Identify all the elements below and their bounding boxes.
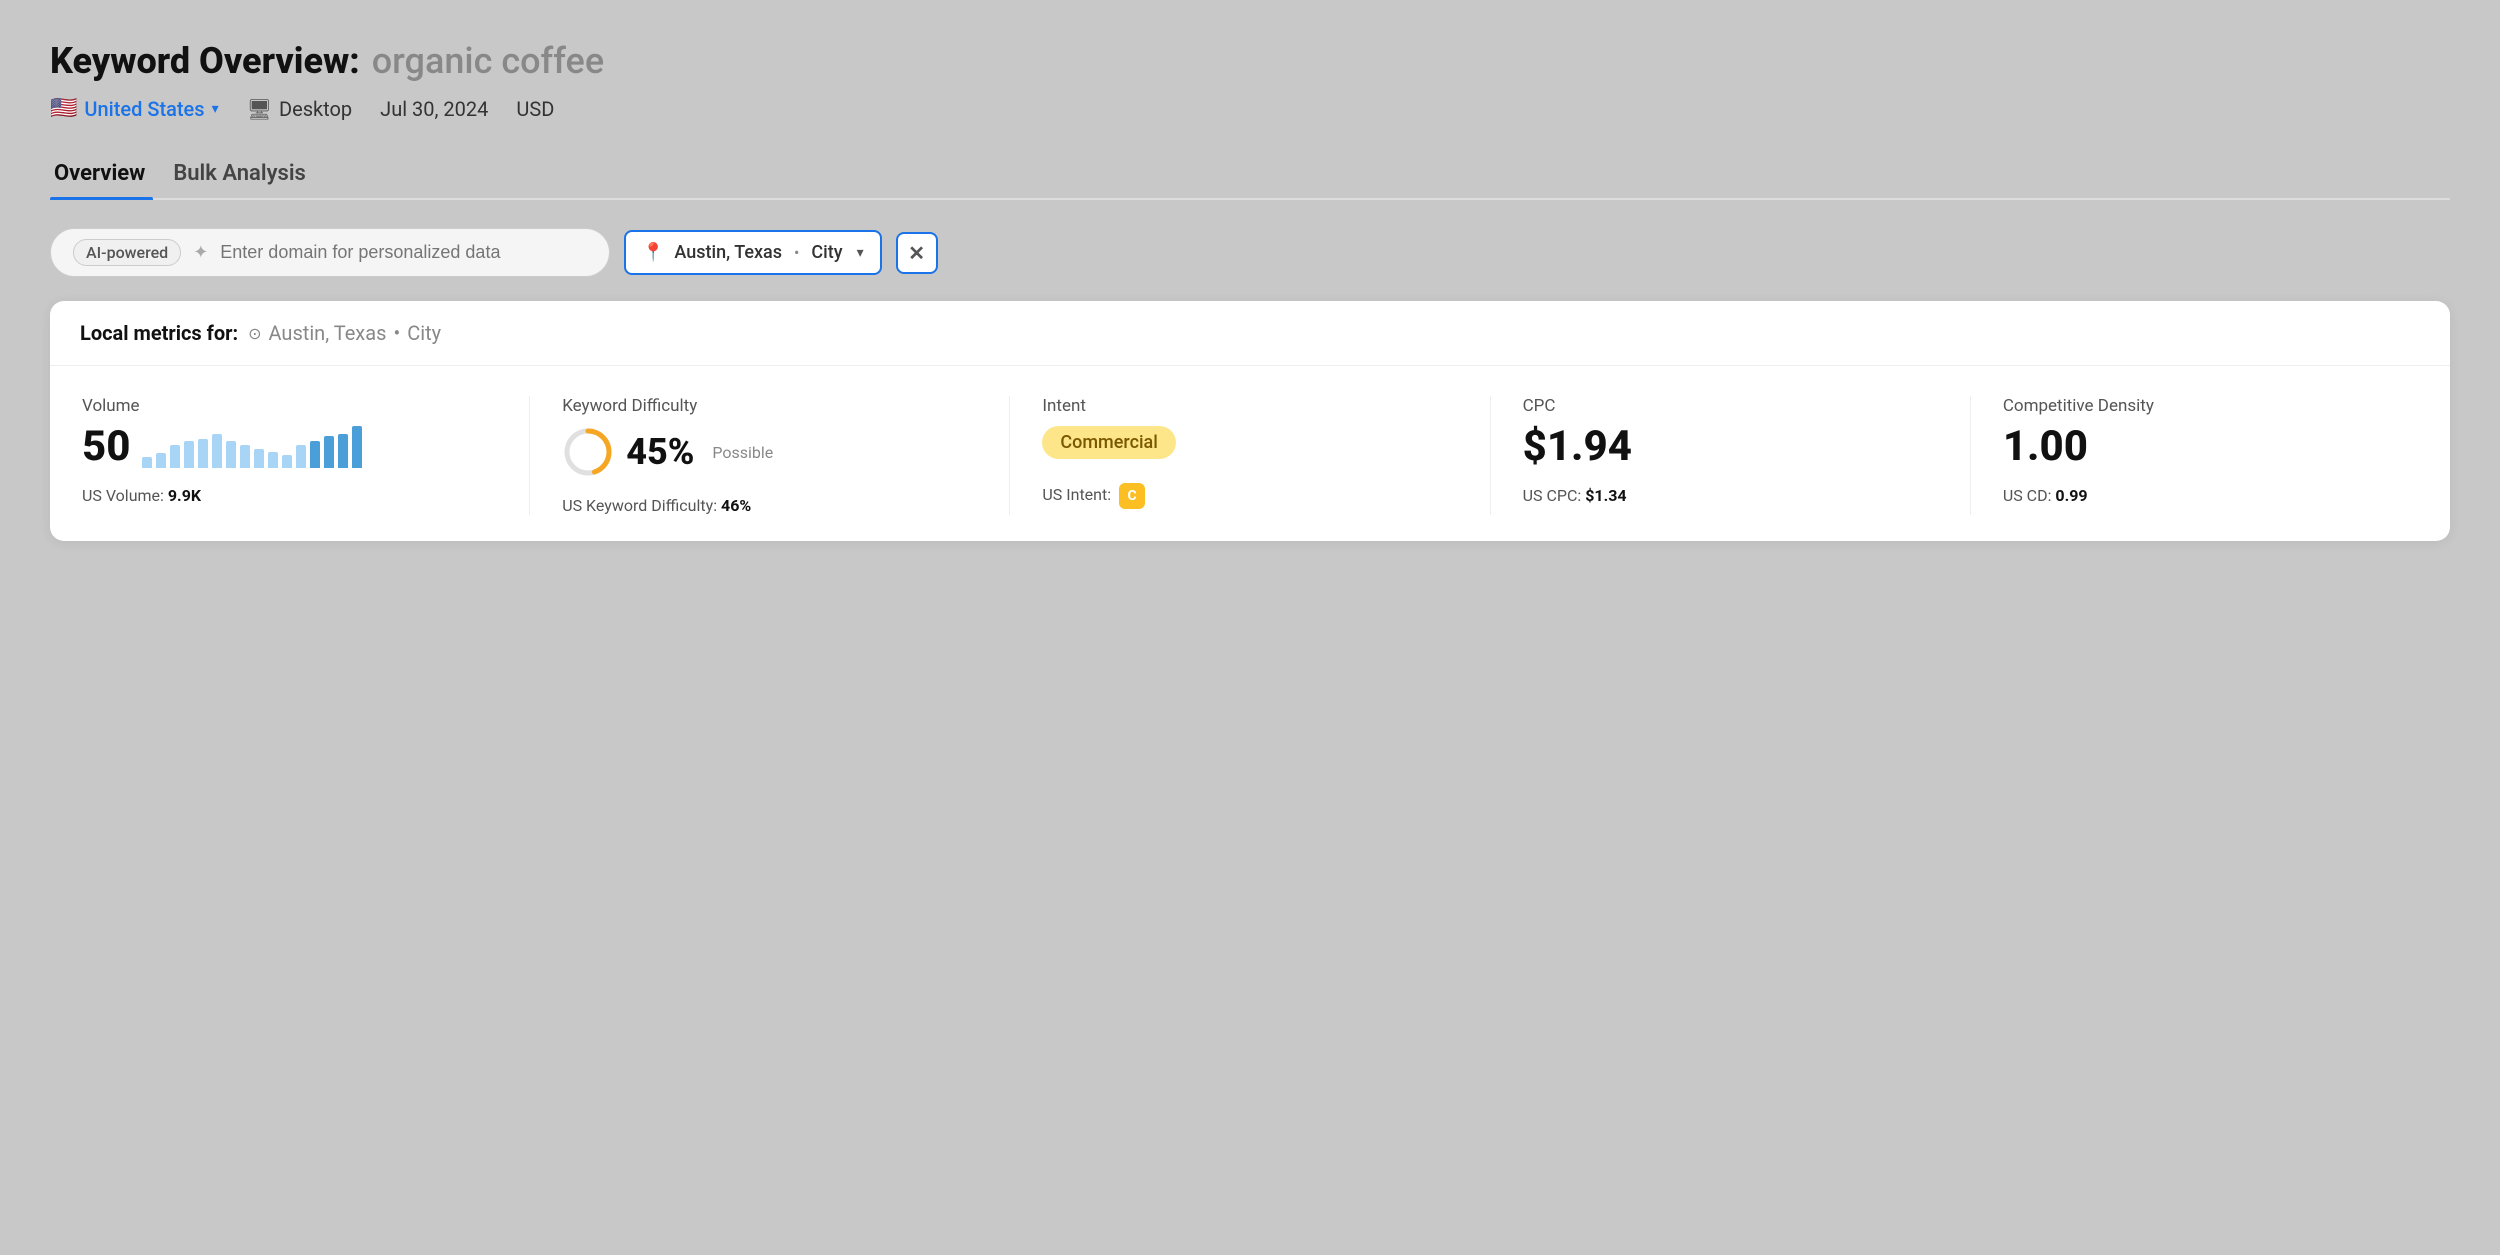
kd-circle: [562, 426, 614, 478]
bar-0: [142, 457, 152, 468]
search-row: AI-powered ✦ 📍 Austin, Texas • City ▾ ✕: [50, 228, 2450, 277]
tabs-row: Overview Bulk Analysis: [50, 151, 2450, 200]
device-label: Desktop: [279, 97, 352, 121]
sparkle-icon: ✦: [193, 242, 208, 263]
metrics-card: Local metrics for: ⊙ Austin, Texas • Cit…: [50, 301, 2450, 541]
country-flag: 🇺🇸: [50, 96, 77, 121]
header-pin-icon: ⊙: [248, 324, 261, 343]
page-title: Keyword Overview: organic coffee: [50, 40, 2450, 82]
header-location: Austin, Texas: [268, 321, 386, 345]
location-city: Austin, Texas: [674, 242, 782, 263]
cd-sub: US CD: 0.99: [2003, 486, 2418, 505]
bar-7: [240, 445, 250, 468]
domain-input[interactable]: [220, 242, 587, 263]
intent-sub: US Intent: C: [1042, 483, 1457, 509]
location-pin-icon: 📍: [642, 242, 664, 263]
cpc-label: CPC: [1523, 396, 1938, 416]
cd-main: 1.00: [2003, 426, 2418, 468]
kd-note: Possible: [712, 443, 773, 462]
kd-value: 45%: [626, 431, 694, 473]
cpc-value: $1.94: [1523, 426, 1632, 468]
metrics-grid: Volume 50 US Volume: 9.9K Keyword Diffic…: [50, 366, 2450, 541]
bar-12: [310, 441, 320, 468]
intent-main: Commercial: [1042, 426, 1457, 465]
volume-bar-chart: [142, 426, 362, 468]
cpc-metric: CPC $1.94 US CPC: $1.34: [1491, 396, 1971, 515]
kd-metric: Keyword Difficulty 45% Possible US Keywo…: [530, 396, 1010, 515]
volume-metric: Volume 50 US Volume: 9.9K: [50, 396, 530, 515]
kd-label: Keyword Difficulty: [562, 396, 977, 416]
country-selector[interactable]: 🇺🇸 United States ▾: [50, 96, 219, 121]
bar-13: [324, 436, 334, 468]
bar-14: [338, 434, 348, 468]
country-chevron-icon: ▾: [212, 101, 219, 117]
volume-sub: US Volume: 9.9K: [82, 486, 497, 505]
currency-display: USD: [516, 97, 554, 121]
ai-search-box[interactable]: AI-powered ✦: [50, 228, 610, 277]
location-chevron-icon: ▾: [857, 245, 864, 261]
bar-11: [296, 445, 306, 468]
tab-overview[interactable]: Overview: [50, 151, 169, 198]
bar-5: [212, 434, 222, 468]
country-label: United States: [84, 97, 204, 121]
bar-15: [352, 426, 362, 468]
volume-value: 50: [82, 426, 130, 468]
location-type: City: [811, 242, 842, 263]
cd-label: Competitive Density: [2003, 396, 2418, 416]
bar-1: [156, 453, 166, 468]
cpc-main: $1.94: [1523, 426, 1938, 468]
volume-label: Volume: [82, 396, 497, 416]
bar-9: [268, 452, 278, 468]
bar-4: [198, 439, 208, 468]
monitor-icon: 🖥: [247, 97, 272, 121]
tab-bulk-analysis[interactable]: Bulk Analysis: [169, 151, 330, 198]
meta-row: 🇺🇸 United States ▾ 🖥 Desktop Jul 30, 202…: [50, 96, 2450, 121]
volume-main: 50: [82, 426, 497, 468]
local-metrics-label: Local metrics for:: [80, 321, 238, 345]
kd-main: 45% Possible: [562, 426, 977, 478]
bar-6: [226, 441, 236, 468]
cd-value: 1.00: [2003, 426, 2088, 468]
intent-badge: Commercial: [1042, 426, 1175, 459]
metrics-card-header: Local metrics for: ⊙ Austin, Texas • Cit…: [50, 301, 2450, 366]
device-selector[interactable]: 🖥 Desktop: [247, 97, 353, 121]
date-display: Jul 30, 2024: [380, 97, 488, 121]
ai-badge: AI-powered: [73, 239, 181, 266]
bar-8: [254, 449, 264, 468]
cpc-sub: US CPC: $1.34: [1523, 486, 1938, 505]
kd-sub: US Keyword Difficulty: 46%: [562, 496, 977, 515]
bar-2: [170, 445, 180, 468]
header-type: City: [407, 321, 441, 345]
cd-metric: Competitive Density 1.00 US CD: 0.99: [1971, 396, 2450, 515]
intent-label: Intent: [1042, 396, 1457, 416]
location-selector[interactable]: 📍 Austin, Texas • City ▾: [624, 230, 882, 275]
location-close-button[interactable]: ✕: [896, 232, 938, 274]
us-intent-badge: C: [1119, 483, 1145, 509]
bar-10: [282, 455, 292, 468]
bar-3: [184, 441, 194, 468]
intent-metric: Intent Commercial US Intent: C: [1010, 396, 1490, 515]
